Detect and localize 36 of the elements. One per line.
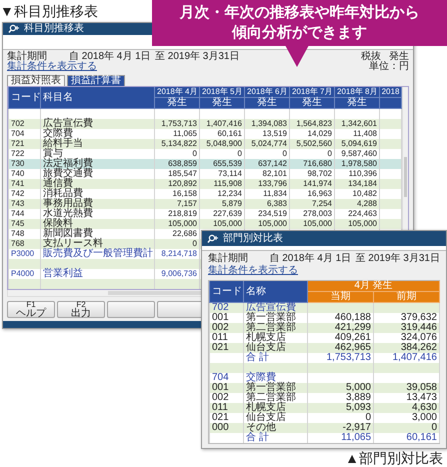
callout-text: 傾向分析ができます <box>232 23 367 43</box>
column-header: 発生 <box>334 98 380 108</box>
column-header: 科目名 <box>40 87 154 108</box>
column-header: 2018年 8月 <box>334 87 380 98</box>
column-header: 2018年 5月 <box>200 87 244 98</box>
column-header: 発生 <box>244 98 290 108</box>
period-label: 集計期間 <box>208 254 249 264</box>
table-cell: 合 計 <box>244 433 308 443</box>
column-header: コード <box>8 87 40 108</box>
unit-label: 単位：円 <box>369 62 409 72</box>
column-header: 発生 <box>290 98 334 108</box>
column-header: 2018年 6月 <box>244 87 290 98</box>
period-end: 至 2019年 3月31日 <box>356 254 440 264</box>
column-header: 発生 <box>154 98 200 108</box>
column-header: 当期 <box>308 292 374 302</box>
column-header: 2018 <box>380 87 402 98</box>
column-header: 4月 発生 <box>308 281 440 292</box>
column-header: 発生 <box>200 98 244 108</box>
section-heading: ▼科目別推移表 <box>0 3 98 19</box>
section-heading: ▲部門別対比表 <box>345 450 443 466</box>
table-cell: 11,065 <box>308 433 374 443</box>
column-header: 2018年 7月 <box>290 87 334 98</box>
period-start: 自 2018年 4月 1日 <box>269 254 352 264</box>
column-header: 前期 <box>374 292 440 302</box>
callout-text: 月次・年次の推移表や昨年対比から <box>180 3 420 23</box>
period-end: 至 2019年 3月31日 <box>155 52 240 62</box>
table-cell: 60,161 <box>374 433 440 443</box>
column-header: 2018年 4月 <box>154 87 200 98</box>
period-start: 自 2018年 4月 1日 <box>69 52 152 62</box>
column-header: コード <box>210 281 244 302</box>
basis-label: 発生 <box>389 52 409 62</box>
column-header: 名称 <box>244 281 308 302</box>
window-title: 科目別推移表 <box>24 24 84 34</box>
window-title: 部門別対比表 <box>223 234 283 244</box>
tax-label: 税抜 <box>361 52 381 62</box>
period-label: 集計期間 <box>7 52 47 62</box>
